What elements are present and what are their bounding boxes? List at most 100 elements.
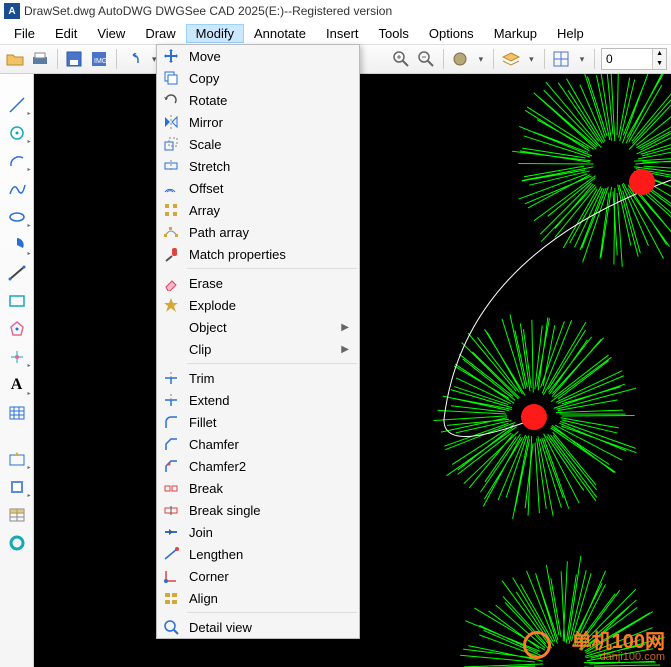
menu-item-clip[interactable]: Clip▶ <box>157 338 359 360</box>
dim-tool[interactable] <box>5 262 29 284</box>
menu-item-trim[interactable]: Trim <box>157 367 359 389</box>
fillet-icon <box>157 414 185 430</box>
zoom-out-button[interactable] <box>415 47 436 71</box>
submenu-arrow-icon: ▶ <box>341 322 353 333</box>
corner-icon <box>157 568 185 584</box>
erase-icon <box>157 275 185 291</box>
menu-markup[interactable]: Markup <box>484 24 547 43</box>
move-icon <box>157 48 185 64</box>
menu-item-extend[interactable]: Extend <box>157 389 359 411</box>
menu-item-fillet[interactable]: Fillet <box>157 411 359 433</box>
line-tool[interactable]: ▸ <box>5 94 29 116</box>
watermark-line1: 单机100网 <box>572 632 665 652</box>
menu-insert[interactable]: Insert <box>316 24 369 43</box>
menu-item-label: Detail view <box>185 620 353 635</box>
style-dropdown[interactable]: ▾ <box>475 54 487 65</box>
menu-item-label: Break <box>185 481 353 496</box>
spin-down[interactable]: ▼ <box>652 59 666 69</box>
zoom-in-button[interactable] <box>390 47 411 71</box>
watermark: 单机100网 danji100.com <box>572 632 665 663</box>
save-img-button[interactable]: IMG <box>89 47 110 71</box>
number-value[interactable]: 0 <box>602 52 652 66</box>
menu-item-object[interactable]: Object▶ <box>157 316 359 338</box>
menu-item-explode[interactable]: Explode <box>157 294 359 316</box>
menu-item-break-single[interactable]: Break single <box>157 499 359 521</box>
menu-item-path-array[interactable]: Path array <box>157 221 359 243</box>
menu-item-chamfer[interactable]: Chamfer <box>157 433 359 455</box>
pie-tool[interactable]: ▸ <box>5 234 29 256</box>
menu-item-rotate[interactable]: Rotate <box>157 89 359 111</box>
menu-tools[interactable]: Tools <box>369 24 419 43</box>
svg-text:IMG: IMG <box>94 58 107 65</box>
submenu-arrow-icon: ▶ <box>341 344 353 355</box>
chamfer2-icon <box>157 458 185 474</box>
menu-annotate[interactable]: Annotate <box>244 24 316 43</box>
menu-item-label: Lengthen <box>185 547 353 562</box>
menu-edit[interactable]: Edit <box>45 24 87 43</box>
undo-button[interactable] <box>123 47 144 71</box>
save-button[interactable] <box>63 47 84 71</box>
style-button[interactable] <box>449 47 470 71</box>
spin-up[interactable]: ▲ <box>652 49 666 59</box>
menu-item-join[interactable]: Join <box>157 521 359 543</box>
menu-view[interactable]: View <box>87 24 135 43</box>
menu-item-offset[interactable]: Offset <box>157 177 359 199</box>
menu-item-align[interactable]: Align <box>157 587 359 609</box>
layer-dropdown[interactable]: ▾ <box>525 54 537 65</box>
menu-item-stretch[interactable]: Stretch <box>157 155 359 177</box>
menu-item-label: Extend <box>185 393 353 408</box>
hatch-tool[interactable] <box>5 402 29 424</box>
table-tool[interactable] <box>5 504 29 526</box>
node-marker <box>629 169 655 195</box>
menu-item-lengthen[interactable]: Lengthen <box>157 543 359 565</box>
ellipse-tool[interactable]: ▸ <box>5 206 29 228</box>
watermark-line2: danji100.com <box>572 652 665 663</box>
array-icon <box>157 202 185 218</box>
menu-item-label: Stretch <box>185 159 353 174</box>
grid-dropdown[interactable]: ▾ <box>576 54 588 65</box>
grid-button[interactable] <box>551 47 572 71</box>
menu-item-detail-view[interactable]: Detail view <box>157 616 359 638</box>
menu-options[interactable]: Options <box>419 24 484 43</box>
open-button[interactable] <box>4 47 25 71</box>
node-marker <box>521 404 547 430</box>
menu-item-scale[interactable]: Scale <box>157 133 359 155</box>
point-tool[interactable]: ▸ <box>5 346 29 368</box>
menu-item-erase[interactable]: Erase <box>157 272 359 294</box>
menu-modify[interactable]: Modify <box>186 24 244 43</box>
menu-item-match-properties[interactable]: Match properties <box>157 243 359 265</box>
menu-item-label: Rotate <box>185 93 353 108</box>
menu-draw[interactable]: Draw <box>135 24 185 43</box>
polygon-tool[interactable] <box>5 318 29 340</box>
block-tool[interactable]: ▸ <box>5 448 29 470</box>
spline-tool[interactable] <box>5 178 29 200</box>
left-toolbar: ▸ ▸ ▸ ▸ ▸ ▸ A▸ ▸ ▸ <box>0 74 34 667</box>
menu-item-corner[interactable]: Corner <box>157 565 359 587</box>
menu-item-array[interactable]: Array <box>157 199 359 221</box>
menu-item-move[interactable]: Move <box>157 45 359 67</box>
menu-help[interactable]: Help <box>547 24 594 43</box>
menu-item-break[interactable]: Break <box>157 477 359 499</box>
menu-file[interactable]: File <box>4 24 45 43</box>
watermark-logo <box>523 631 551 659</box>
app-icon: A <box>4 3 20 19</box>
scale-icon <box>157 136 185 152</box>
menu-item-mirror[interactable]: Mirror <box>157 111 359 133</box>
menu-item-copy[interactable]: Copy <box>157 67 359 89</box>
rect-tool[interactable] <box>5 290 29 312</box>
donut-tool[interactable] <box>5 532 29 554</box>
menu-item-label: Break single <box>185 503 353 518</box>
menu-item-label: Copy <box>185 71 353 86</box>
arc-tool[interactable]: ▸ <box>5 150 29 172</box>
chamfer-icon <box>157 436 185 452</box>
print-button[interactable] <box>29 47 50 71</box>
menu-item-chamfer2[interactable]: Chamfer2 <box>157 455 359 477</box>
menu-item-label: Fillet <box>185 415 353 430</box>
menu-bar: FileEditViewDrawModifyAnnotateInsertTool… <box>0 22 671 44</box>
layer-button[interactable] <box>500 47 521 71</box>
number-input[interactable]: 0 ▲▼ <box>601 48 667 70</box>
insert-tool[interactable]: ▸ <box>5 476 29 498</box>
text-tool[interactable]: A▸ <box>5 374 29 396</box>
circle-tool[interactable]: ▸ <box>5 122 29 144</box>
menu-item-label: Explode <box>185 298 353 313</box>
